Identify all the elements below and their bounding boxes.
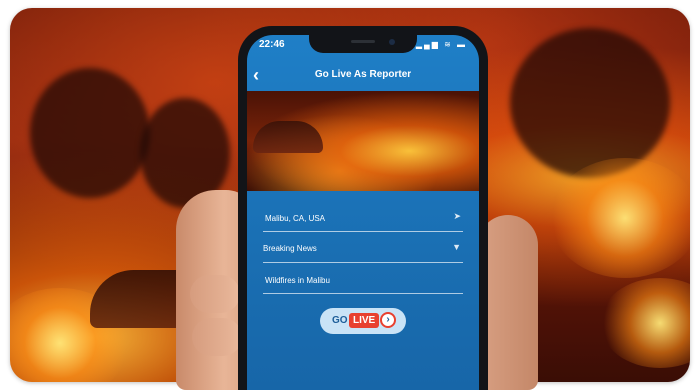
notch xyxy=(309,35,417,53)
chevron-right-icon: › xyxy=(380,312,396,328)
smartphone: 22:46 ▂▄▆ ≋ ▬ ‹ Go Live As Reporter ➤ Br… xyxy=(238,26,488,390)
nav-bar: ‹ Go Live As Reporter xyxy=(247,61,479,91)
location-arrow-icon[interactable]: ➤ xyxy=(453,211,461,222)
fire-glow xyxy=(550,158,690,278)
speaker xyxy=(351,40,375,43)
headline-field[interactable] xyxy=(263,265,463,294)
background-tree xyxy=(510,28,670,178)
fire-glow xyxy=(600,278,690,368)
background-tree xyxy=(30,68,150,198)
video-preview xyxy=(247,91,479,191)
status-icons: ▂▄▆ ≋ ▬ xyxy=(415,40,467,49)
page-title: Go Live As Reporter xyxy=(314,69,412,80)
burnt-car xyxy=(253,121,323,153)
go-live-button[interactable]: GO LIVE › xyxy=(320,308,406,334)
camera xyxy=(389,39,395,45)
finger xyxy=(190,275,240,313)
status-time: 22:46 xyxy=(259,39,285,50)
headline-input[interactable] xyxy=(265,273,435,287)
live-badge: LIVE xyxy=(349,313,380,328)
finger xyxy=(192,318,242,356)
category-value: Breaking News xyxy=(263,244,317,253)
location-input[interactable] xyxy=(265,211,435,225)
location-field[interactable]: ➤ xyxy=(263,203,463,232)
dropdown-triangle-icon[interactable]: ▼ xyxy=(452,242,461,252)
go-label: GO xyxy=(332,315,348,326)
report-form: ➤ Breaking News ▼ xyxy=(263,203,463,296)
category-field[interactable]: Breaking News ▼ xyxy=(263,234,463,263)
phone-screen: 22:46 ▂▄▆ ≋ ▬ ‹ Go Live As Reporter ➤ Br… xyxy=(247,35,479,390)
